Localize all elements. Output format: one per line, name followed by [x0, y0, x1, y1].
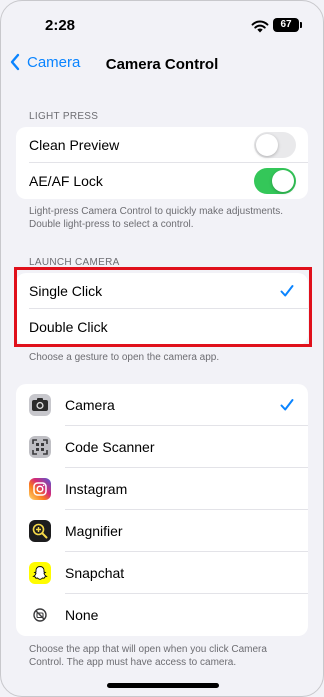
checkmark-icon	[280, 399, 294, 411]
wifi-icon	[251, 20, 269, 33]
app-label-code-scanner: Code Scanner	[65, 439, 155, 455]
light-press-group: Clean Preview AE/AF Lock	[16, 127, 308, 199]
toggle-knob	[272, 170, 294, 192]
clean-preview-label: Clean Preview	[29, 137, 120, 153]
navigation-bar: Camera Camera Control	[1, 53, 323, 77]
section-header-launch-camera: LAUNCH CAMERA	[29, 257, 120, 268]
none-icon	[29, 604, 51, 626]
status-bar: 2:28 67	[1, 15, 323, 37]
app-row-none[interactable]: None	[16, 594, 308, 636]
single-click-label: Single Click	[29, 283, 103, 299]
app-row-camera[interactable]: Camera	[16, 384, 308, 426]
app-list-footer: Choose the app that will open when you c…	[29, 644, 267, 668]
launch-camera-footer: Choose a gesture to open the camera app.	[29, 352, 220, 363]
snapchat-icon	[29, 562, 51, 584]
ae-af-lock-toggle[interactable]	[254, 168, 296, 194]
single-click-option[interactable]: Single Click	[16, 273, 308, 309]
phone-screen: 2:28 67 Camera Camera Control LIGHT PRES…	[0, 0, 324, 697]
instagram-icon	[29, 478, 51, 500]
app-label-camera: Camera	[65, 397, 115, 413]
toggle-knob	[256, 134, 278, 156]
app-row-snapchat[interactable]: Snapchat	[16, 552, 308, 594]
app-label-instagram: Instagram	[65, 481, 128, 497]
clean-preview-toggle[interactable]	[254, 132, 296, 158]
app-label-none: None	[65, 607, 99, 623]
clean-preview-row: Clean Preview	[16, 127, 308, 163]
app-row-code-scanner[interactable]: Code Scanner	[16, 426, 308, 468]
status-time: 2:28	[45, 17, 76, 34]
double-click-option[interactable]: Double Click	[16, 309, 308, 345]
ae-af-lock-label: AE/AF Lock	[29, 173, 103, 189]
magnifier-icon	[29, 520, 51, 542]
camera-icon	[29, 394, 51, 416]
app-label-magnifier: Magnifier	[65, 523, 123, 539]
app-label-snapchat: Snapchat	[65, 565, 125, 581]
light-press-footer: Light-press Camera Control to quickly ma…	[29, 206, 283, 230]
page-title: Camera Control	[105, 56, 219, 73]
section-header-light-press: LIGHT PRESS	[29, 111, 99, 122]
app-row-instagram[interactable]: Instagram	[16, 468, 308, 510]
ae-af-lock-row: AE/AF Lock	[16, 163, 308, 199]
battery-icon: 67	[273, 18, 302, 32]
home-indicator[interactable]	[107, 683, 219, 688]
checkmark-icon	[280, 285, 294, 297]
app-list-group: Camera Code Scanner Instagram Magnifier …	[16, 384, 308, 636]
app-row-magnifier[interactable]: Magnifier	[16, 510, 308, 552]
double-click-label: Double Click	[29, 319, 108, 335]
launch-camera-group: Single Click Double Click	[16, 273, 308, 345]
battery-level: 67	[280, 19, 292, 30]
code-scanner-icon	[29, 436, 51, 458]
